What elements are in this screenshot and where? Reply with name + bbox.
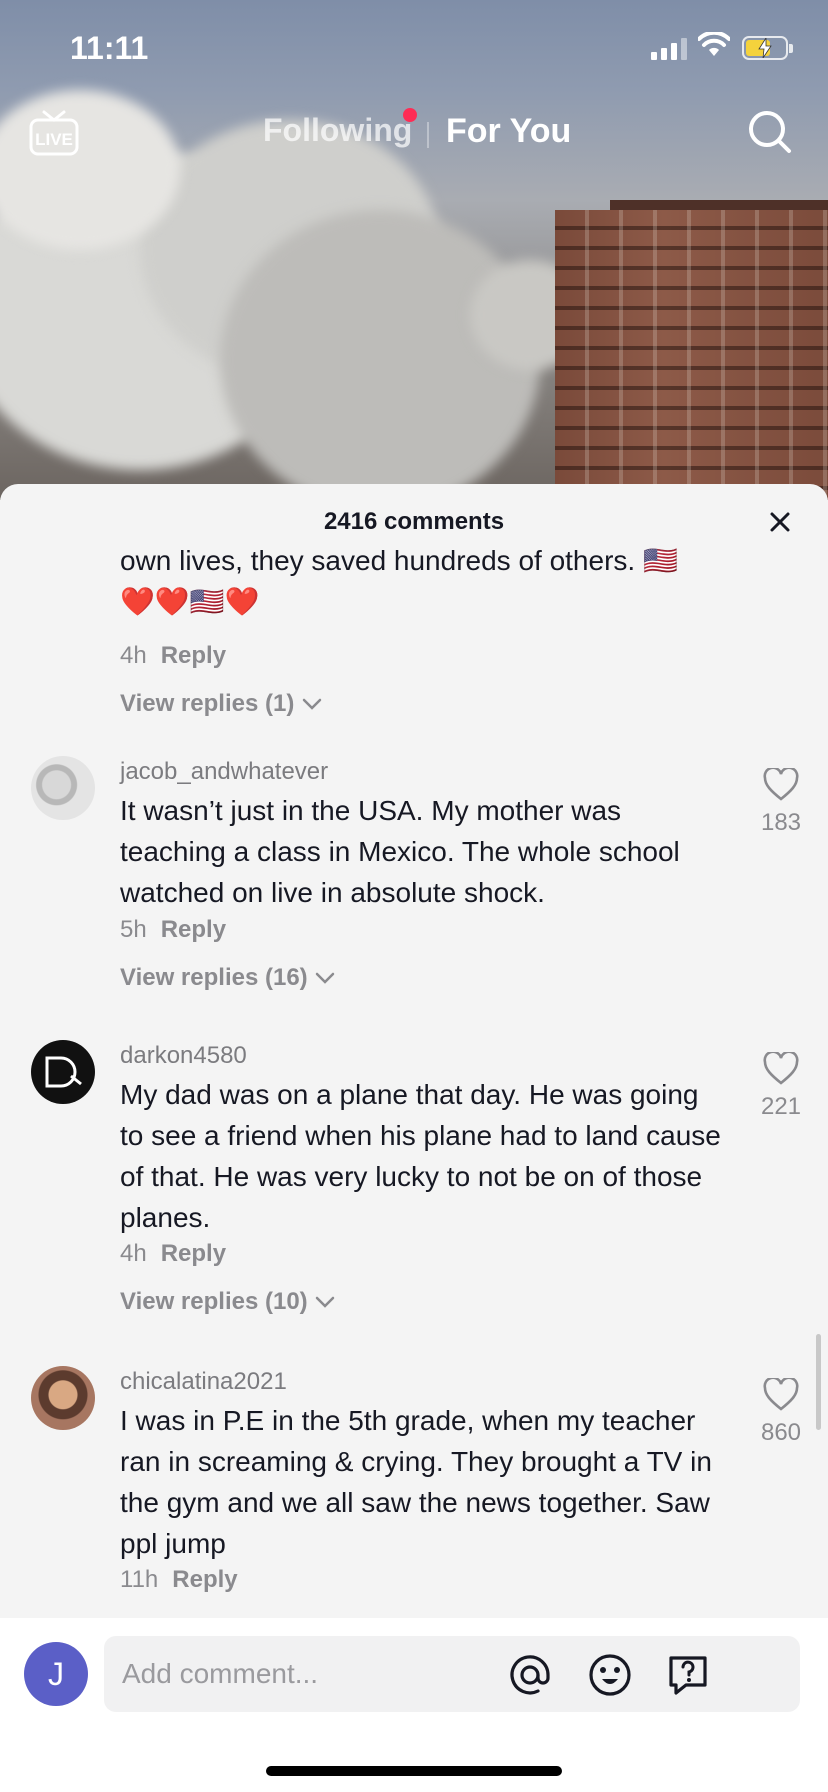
avatar[interactable] (31, 1040, 95, 1104)
tab-for-you[interactable]: For You (446, 112, 571, 151)
like-button[interactable]: 860 (746, 1376, 816, 1447)
chevron-down-icon (302, 698, 322, 710)
svg-text:LIVE: LIVE (35, 130, 73, 149)
comments-list[interactable]: own lives, they saved hundreds of others… (0, 544, 828, 1604)
chevron-down-icon (316, 1296, 335, 1308)
comment-time: 5h (120, 916, 147, 943)
comment-meta: 4h Reply (120, 642, 226, 670)
comments-count-title: 2416 comments (323, 508, 505, 535)
charging-bolt-icon (758, 38, 772, 58)
status-bar: 11:11 (0, 0, 828, 100)
view-replies-button[interactable]: View replies (1) (120, 690, 323, 718)
home-indicator (266, 1766, 562, 1776)
heart-icon (763, 766, 799, 801)
reply-button[interactable]: Reply (161, 916, 226, 943)
like-count: 221 (760, 1093, 802, 1120)
emoji-icon[interactable] (588, 1653, 632, 1697)
search-icon[interactable] (748, 110, 792, 154)
heart-icon (763, 1376, 799, 1411)
notification-dot (403, 108, 417, 122)
reply-button[interactable]: Reply (161, 1240, 226, 1267)
reply-button[interactable]: Reply (161, 642, 226, 669)
comment-meta: 5h Reply (120, 916, 226, 944)
comment-text: own lives, they saved hundreds of others… (120, 545, 678, 617)
tab-following[interactable]: Following (263, 112, 412, 149)
tab-divider (427, 122, 429, 148)
view-replies-button[interactable]: View replies (10) (120, 1288, 336, 1316)
wifi-icon (698, 32, 730, 56)
status-time: 11:11 (70, 30, 149, 66)
battery-icon (742, 36, 793, 60)
comment-composer: J (0, 1618, 828, 1792)
heart-icon (763, 1050, 799, 1085)
comment-username[interactable]: chicalatina2021 (120, 1368, 287, 1396)
comment-time: 11h (120, 1566, 159, 1593)
comment-meta: 11h Reply (120, 1566, 238, 1594)
comments-sheet: 2416 comments own lives, they saved hund… (0, 484, 828, 1792)
comment-time: 4h (120, 1240, 147, 1267)
building (555, 210, 828, 500)
view-replies-button[interactable]: View replies (16) (120, 964, 336, 992)
comment-text: I was in P.E in the 5th grade, when my t… (120, 1405, 712, 1559)
comment-time: 4h (120, 642, 147, 669)
comment-input-box[interactable] (104, 1636, 800, 1712)
comment-username[interactable]: darkon4580 (120, 1042, 247, 1070)
comment-username[interactable]: jacob_andwhatever (120, 758, 328, 786)
live-icon[interactable]: LIVE (28, 108, 80, 158)
comment-text: My dad was on a plane that day. He was g… (120, 1079, 721, 1233)
close-icon[interactable] (764, 506, 796, 538)
like-button[interactable]: 183 (746, 766, 816, 837)
signal-icon (651, 38, 687, 60)
reply-button[interactable]: Reply (172, 1566, 237, 1593)
avatar[interactable] (31, 1366, 95, 1430)
like-count: 860 (760, 1419, 802, 1446)
my-avatar[interactable]: J (24, 1642, 88, 1706)
comment-meta: 4h Reply (120, 1240, 226, 1268)
like-button[interactable]: 221 (746, 1050, 816, 1121)
question-icon[interactable] (666, 1653, 710, 1697)
scrollbar[interactable] (816, 1334, 821, 1430)
avatar[interactable] (31, 756, 95, 820)
like-count: 183 (760, 809, 802, 836)
chevron-down-icon (316, 972, 335, 984)
comment-text: It wasn’t just in the USA. My mother was… (120, 795, 680, 908)
mention-icon[interactable] (508, 1653, 552, 1697)
